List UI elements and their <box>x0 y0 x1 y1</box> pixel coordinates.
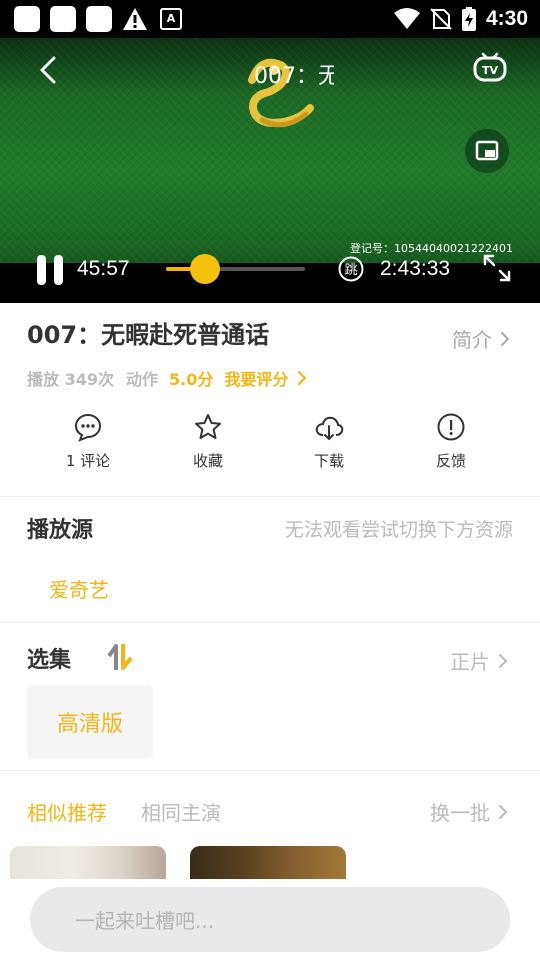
chevron-right-icon <box>499 804 508 819</box>
no-sim-icon <box>430 8 452 30</box>
rate-button[interactable]: 我要评分 <box>224 366 288 390</box>
svg-text:跳: 跳 <box>344 263 357 278</box>
picture-in-picture-icon <box>475 140 499 161</box>
feedback-label: 反馈 <box>435 452 466 470</box>
total-time: 2:43:33 <box>380 257 451 280</box>
play-count: 播放 349次 <box>27 370 114 389</box>
comment-label: 1 评论 <box>65 452 111 470</box>
episode-item[interactable]: 高清版 <box>27 685 153 759</box>
recommend-poster[interactable] <box>190 846 346 879</box>
divider <box>0 622 540 623</box>
progress-thumb[interactable] <box>189 254 220 284</box>
comment-placeholder: 一起来吐槽吧... <box>75 909 215 933</box>
svg-text:TV: TV <box>482 64 499 77</box>
source-item[interactable]: 爱奇艺 <box>49 574 109 603</box>
app-notification-icon <box>86 6 112 32</box>
favorite-label: 收藏 <box>192 452 223 470</box>
clock: 4:30 <box>485 7 528 30</box>
divider <box>0 496 540 497</box>
chevron-right-icon <box>501 331 510 346</box>
pause-icon[interactable] <box>35 253 65 287</box>
genre-tag: 动作 <box>125 370 158 389</box>
status-bar: A 4:30 <box>0 0 540 38</box>
app-notification-icon <box>14 6 40 32</box>
cloud-download-icon <box>315 416 344 441</box>
action-bar: 1 评论 收藏 下载 反馈 <box>0 410 540 480</box>
movie-meta: 播放 349次 动作 5.0分 我要评分 <box>27 366 308 390</box>
feature-label: 正片 <box>450 650 490 674</box>
current-time: 45:57 <box>77 257 130 280</box>
comment-icon <box>74 413 102 442</box>
comment-input[interactable]: 一起来吐槽吧... <box>30 887 510 952</box>
sort-icon[interactable] <box>106 642 134 672</box>
app-notification-icon <box>50 6 76 32</box>
favorite-button[interactable]: 收藏 <box>148 410 268 471</box>
player-title: 007：无 <box>254 64 334 86</box>
recommend-poster[interactable] <box>10 846 166 879</box>
skip-intro-icon[interactable]: 跳 <box>338 256 364 282</box>
fullscreen-icon[interactable] <box>482 253 512 283</box>
star-icon <box>195 414 221 439</box>
source-hint: 无法观看尝试切换下方资源 <box>284 519 513 541</box>
a-badge-icon: A <box>160 8 182 30</box>
intro-label: 简介 <box>452 328 492 352</box>
progress-track[interactable] <box>166 267 305 271</box>
tv-cast-icon[interactable]: TV <box>472 52 508 86</box>
divider <box>0 770 540 771</box>
video-player[interactable]: 007：无 TV 登记号：10544040021222401 45:57 跳 2… <box>0 38 540 303</box>
warning-icon <box>123 8 147 30</box>
tab-same-cast[interactable]: 相同主演 <box>141 797 221 826</box>
comment-button[interactable]: 1 评论 <box>28 410 148 471</box>
download-button[interactable]: 下载 <box>269 410 389 471</box>
wifi-icon <box>393 8 420 29</box>
movie-title: 007：无暇赴死普通话 <box>27 321 270 349</box>
source-section-title: 播放源 <box>27 518 94 543</box>
back-icon[interactable] <box>36 54 64 86</box>
chevron-right-icon <box>499 653 508 668</box>
chevron-right-icon <box>298 370 307 386</box>
feedback-icon <box>437 413 465 441</box>
picture-in-picture-button[interactable] <box>465 129 509 173</box>
intro-link[interactable]: 简介 <box>452 324 510 353</box>
feature-link[interactable]: 正片 <box>450 646 508 675</box>
battery-charging-icon <box>461 7 476 31</box>
refresh-button[interactable]: 换一批 <box>430 797 508 826</box>
feedback-button[interactable]: 反馈 <box>391 410 511 471</box>
tab-similar[interactable]: 相似推荐 <box>27 797 107 826</box>
score: 5.0分 <box>169 370 214 389</box>
refresh-label: 换一批 <box>430 801 490 825</box>
episodes-section-title: 选集 <box>27 648 72 673</box>
download-label: 下载 <box>313 452 344 470</box>
